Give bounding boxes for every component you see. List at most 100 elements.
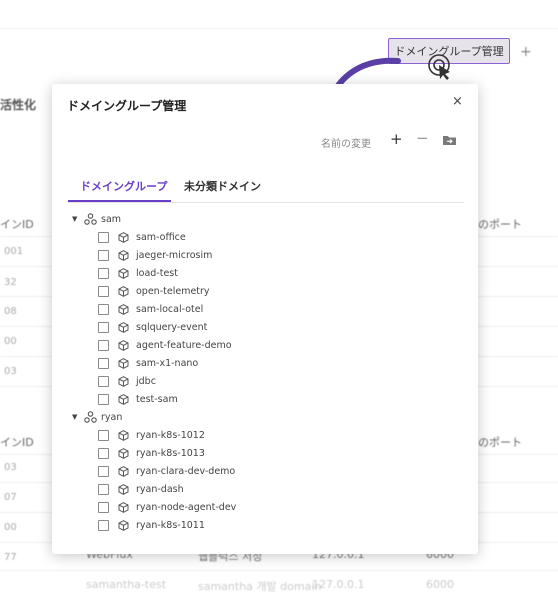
domain-checkbox[interactable] (98, 285, 109, 297)
tree-domain-item[interactable]: sam-office (98, 229, 186, 245)
domain-cube-icon (118, 339, 129, 351)
tree-domain-item[interactable]: sqlquery-event (98, 319, 207, 335)
domain-cube-icon (118, 303, 129, 315)
tree-domain-item[interactable]: ryan-k8s-1011 (98, 517, 205, 533)
domain-name: open-telemetry (136, 285, 210, 297)
group-icon (84, 411, 97, 423)
domain-checkbox[interactable] (98, 357, 109, 369)
domain-name: agent-feature-demo (136, 339, 232, 351)
domain-checkbox[interactable] (98, 339, 109, 351)
row-id: 00 (4, 522, 17, 533)
domain-checkbox[interactable] (98, 267, 109, 279)
domain-checkbox[interactable] (98, 429, 109, 441)
dialog-title: ドメイングループ管理 (67, 99, 187, 113)
domain-checkbox[interactable] (98, 447, 109, 459)
domain-checkbox[interactable] (98, 465, 109, 477)
row-id: 001 (4, 246, 24, 257)
tree-domain-item[interactable]: ryan-clara-dev-demo (98, 463, 235, 479)
tab-unclassified-domain[interactable]: 未分類ドメイン (184, 178, 261, 194)
tree-domain-item[interactable]: agent-feature-demo (98, 337, 232, 353)
domain-checkbox[interactable] (98, 393, 109, 405)
domain-checkbox[interactable] (98, 501, 109, 513)
domain-name: test-sam (136, 393, 178, 405)
remove-group-button[interactable]: − (416, 129, 429, 147)
domain-name: sam-local-otel (136, 303, 204, 315)
domain-cube-icon (118, 231, 129, 243)
domain-cube-icon (118, 447, 129, 459)
move-to-folder-icon[interactable] (443, 135, 456, 145)
domain-name: sam-x1-nano (136, 357, 199, 369)
tree-domain-item[interactable]: open-telemetry (98, 283, 210, 299)
rename-button[interactable]: 名前の変更 (321, 135, 371, 150)
domain-name: jdbc (136, 375, 156, 387)
tree-domain-item[interactable]: sam-local-otel (98, 301, 203, 317)
active-column-label: 活性化 (0, 98, 37, 112)
row-cell: samantha 개발 domain (198, 580, 322, 593)
tree-group-node[interactable]: ▼ ryan (70, 409, 122, 425)
domain-name: jaeger-microsim (136, 249, 213, 261)
port-header: のポート (478, 218, 522, 231)
tree-domain-item[interactable]: ryan-dash (98, 481, 184, 497)
click-cursor-icon (428, 54, 450, 80)
row-id: 32 (4, 277, 17, 288)
domain-name: ryan-clara-dev-demo (136, 465, 236, 477)
tree-domain-item[interactable]: ryan-k8s-1013 (98, 445, 205, 461)
tree-domain-item[interactable]: ryan-node-agent-dev (98, 499, 236, 515)
close-icon[interactable]: × (452, 94, 463, 109)
domain-name: ryan-k8s-1013 (136, 447, 205, 459)
tree-domain-item[interactable]: ryan-k8s-1012 (98, 427, 205, 443)
port-header: のポート (478, 436, 522, 449)
row-id: 08 (4, 306, 17, 317)
active-tab-indicator (68, 200, 171, 202)
domain-cube-icon (118, 483, 129, 495)
domain-checkbox[interactable] (98, 249, 109, 261)
group-name: ryan (101, 411, 123, 423)
group-name: sam (101, 213, 122, 225)
row-id: 03 (4, 462, 17, 473)
domain-checkbox[interactable] (98, 375, 109, 387)
domain-id-header: インID (0, 436, 34, 449)
domain-checkbox[interactable] (98, 519, 109, 531)
caret-down-icon[interactable]: ▼ (72, 215, 82, 223)
add-group-button[interactable]: + (390, 130, 403, 148)
group-icon (84, 213, 97, 225)
domain-cube-icon (118, 519, 129, 531)
tree-domain-item[interactable]: jaeger-microsim (98, 247, 212, 263)
domain-cube-icon (118, 357, 129, 369)
tree-domain-item[interactable]: test-sam (98, 391, 178, 407)
domain-checkbox[interactable] (98, 303, 109, 315)
domain-cube-icon (118, 375, 129, 387)
row-id: 00 (4, 336, 17, 347)
divider (0, 570, 558, 571)
tab-domain-group[interactable]: ドメイングループ (80, 178, 167, 194)
domain-name: sqlquery-event (136, 321, 208, 333)
tree-domain-item[interactable]: sam-x1-nano (98, 355, 198, 371)
tree-group-node[interactable]: ▼ sam (70, 211, 121, 227)
domain-cube-icon (118, 393, 129, 405)
domain-name: ryan-dash (136, 483, 184, 495)
domain-cube-icon (118, 501, 129, 513)
tree-domain-item[interactable]: load-test (98, 265, 178, 281)
row-id: 07 (4, 492, 17, 503)
domain-cube-icon (118, 249, 129, 261)
row-cell: 6000 (426, 578, 454, 591)
domain-id-header: インID (0, 218, 34, 231)
tree-domain-item[interactable]: jdbc (98, 373, 156, 389)
row-cell: 127.0.0.1 (312, 578, 365, 591)
domain-cube-icon (118, 285, 129, 297)
domain-checkbox[interactable] (98, 321, 109, 333)
row-id: 03 (4, 366, 17, 377)
domain-name: ryan-k8s-1011 (136, 519, 205, 531)
domain-name: sam-office (136, 231, 186, 243)
domain-name: load-test (136, 267, 178, 279)
domain-checkbox[interactable] (98, 483, 109, 495)
dialog-tabs: ドメイングループ 未分類ドメイン (68, 176, 464, 203)
domain-checkbox[interactable] (98, 231, 109, 243)
add-icon[interactable]: + (520, 44, 532, 60)
domain-cube-icon (118, 465, 129, 477)
domain-name: ryan-node-agent-dev (136, 501, 237, 513)
domain-cube-icon (118, 429, 129, 441)
domain-group-dialog: ドメイングループ管理 × 名前の変更 + − ドメイングループ 未分類ドメイン … (52, 84, 478, 554)
caret-down-icon[interactable]: ▼ (72, 413, 82, 421)
domain-name: ryan-k8s-1012 (136, 429, 205, 441)
